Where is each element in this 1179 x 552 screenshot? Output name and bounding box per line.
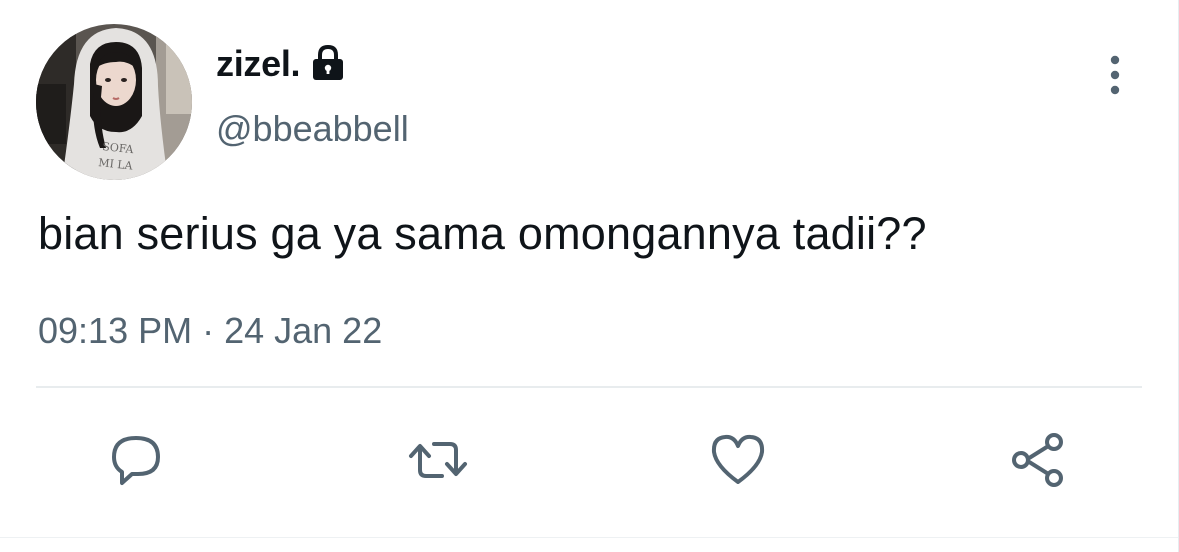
more-options-button[interactable] bbox=[1100, 54, 1130, 96]
speech-bubble-icon bbox=[112, 436, 160, 485]
lock-icon bbox=[310, 44, 346, 87]
bottom-border bbox=[0, 537, 1178, 538]
handle[interactable]: @bbeabbell bbox=[216, 108, 409, 150]
profile-photo: SOFA MI LA bbox=[36, 24, 192, 180]
share-icon bbox=[1012, 433, 1063, 487]
like-button[interactable] bbox=[706, 428, 770, 492]
display-name-row: zizel. bbox=[216, 42, 346, 86]
display-name[interactable]: zizel. bbox=[216, 43, 301, 85]
retweet-button[interactable] bbox=[406, 428, 470, 492]
tweet-text: bian serius ga ya sama omongannya tadii?… bbox=[38, 208, 927, 259]
divider bbox=[36, 386, 1142, 388]
retweet-icon bbox=[409, 442, 467, 478]
timestamp[interactable]: 09:13 PM · 24 Jan 22 bbox=[38, 310, 382, 352]
heart-icon bbox=[711, 434, 765, 484]
tweet-card: SOFA MI LA zizel. @bbeabbell bian serius… bbox=[0, 0, 1179, 552]
avatar[interactable]: SOFA MI LA bbox=[36, 24, 192, 180]
share-button[interactable] bbox=[1006, 428, 1070, 492]
more-vertical-icon bbox=[1110, 55, 1120, 95]
reply-button[interactable] bbox=[106, 428, 170, 492]
